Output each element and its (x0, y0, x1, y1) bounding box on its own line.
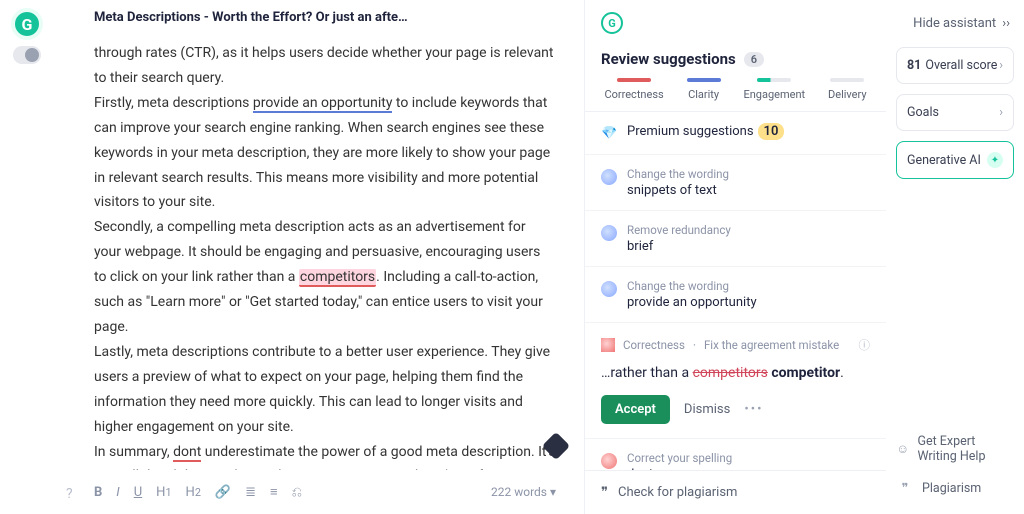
text: Firstly, meta descriptions (94, 95, 253, 111)
chevron-right-icon: › (999, 58, 1003, 73)
accept-button[interactable]: Accept (601, 395, 670, 424)
text: through rates (CTR), as it helps users d… (94, 45, 554, 86)
clear-format-button[interactable]: ⎌ (292, 485, 302, 500)
grammarly-icon: G (601, 12, 623, 34)
tab-engagement[interactable]: Engagement (743, 78, 805, 101)
h1-button[interactable]: H1 (156, 485, 171, 500)
link-button[interactable]: 🔗 (215, 485, 231, 500)
quote-icon: ❞ (601, 485, 608, 500)
shield-icon (601, 338, 615, 352)
diamond-icon: 💎 (601, 126, 617, 142)
review-title: Review suggestions 6 (585, 46, 886, 78)
info-icon[interactable]: ⓘ (859, 337, 871, 353)
text: Lastly, meta descriptions contribute to … (94, 340, 556, 440)
plagiarism-check[interactable]: ❞ Check for plagiarism (585, 470, 886, 514)
overall-score-box[interactable]: 81Overall score › (896, 47, 1014, 84)
tab-delivery[interactable]: Delivery (828, 78, 867, 101)
expert-help-link[interactable]: ☺ Get Expert Writing Help (896, 434, 1014, 464)
tab-clarity[interactable]: Clarity (687, 78, 721, 101)
suggestion-row[interactable]: Change the wordingsnippets of text (585, 155, 886, 211)
suggestion-row[interactable]: Remove redundancybrief (585, 211, 886, 267)
dismiss-button[interactable]: Dismiss (684, 402, 730, 417)
unordered-list-button[interactable]: ≡ (270, 484, 278, 500)
underline-button[interactable]: U (134, 485, 142, 500)
tab-correctness[interactable]: Correctness (604, 78, 663, 101)
clarity-icon (601, 281, 617, 297)
bold-button[interactable]: B (94, 485, 102, 500)
h2-button[interactable]: H2 (186, 485, 201, 500)
ordered-list-button[interactable]: ≣ (245, 485, 256, 500)
document-body[interactable]: through rates (CTR), as it helps users d… (94, 41, 556, 470)
chevron-right-icon: ›› (1002, 16, 1010, 31)
generative-ai-box[interactable]: Generative AI ✦ (896, 141, 1014, 179)
suggestion-count: 6 (744, 52, 764, 67)
suggestion-row[interactable]: Correct your spellingdont (585, 439, 886, 470)
document-title: Meta Descriptions - Worth the Effort? Or… (94, 10, 556, 25)
more-menu[interactable]: ••• (744, 402, 763, 417)
suggestion-diff: …rather than a competitors competitor. (601, 365, 870, 381)
grammarly-logo: G (11, 8, 43, 40)
word-count[interactable]: 222 words ▾ (491, 485, 556, 499)
editor-toolbar: B I U H1 H2 🔗 ≣ ≡ ⎌ 222 words ▾ (94, 470, 556, 514)
person-icon: ☺ (896, 442, 909, 457)
chevron-right-icon: › (999, 105, 1003, 120)
text: In summary, (94, 444, 173, 460)
correctness-icon (601, 453, 617, 469)
spelling-underline[interactable]: dont (173, 444, 201, 462)
goals-box[interactable]: Goals › (896, 94, 1014, 131)
italic-button[interactable]: I (116, 485, 119, 500)
help-icon[interactable]: ? (66, 486, 73, 502)
quote-icon: ❞ (896, 480, 914, 496)
assistant-toggle[interactable] (13, 46, 41, 64)
bulb-icon: ✦ (987, 152, 1003, 168)
clarity-icon (601, 169, 617, 185)
active-suggestion-card: Correctness · Fix the agreement mistake … (585, 323, 886, 439)
correctness-highlight[interactable]: competitors (299, 269, 376, 287)
clarity-icon (601, 225, 617, 241)
suggestion-row[interactable]: Change the wordingprovide an opportunity (585, 267, 886, 323)
premium-suggestions-row[interactable]: 💎 Premium suggestions10 (585, 112, 886, 155)
clarity-suggestion-underline[interactable]: provide an opportunity (253, 95, 393, 113)
hide-assistant-button[interactable]: Hide assistant›› (896, 10, 1014, 37)
plagiarism-link[interactable]: ❞ Plagiarism (896, 480, 1014, 496)
